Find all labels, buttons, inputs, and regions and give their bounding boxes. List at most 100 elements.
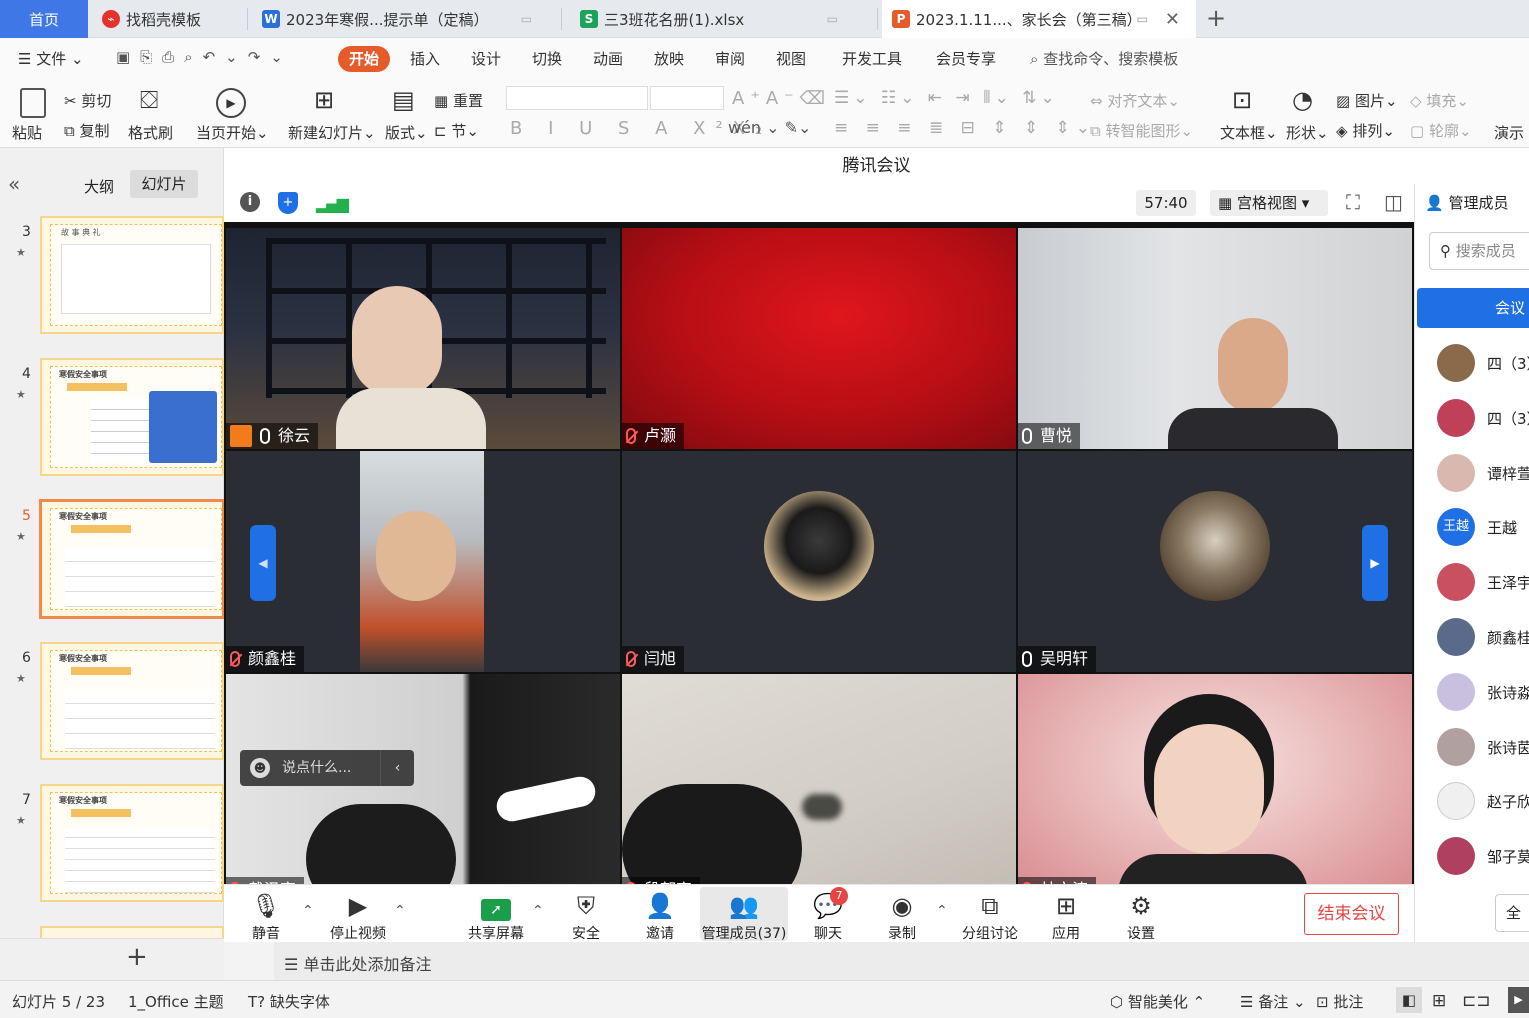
tab-word-doc[interactable]: W 2023年寒假...提示单（定稿） ▭ [252,0,562,38]
shape-button[interactable]: 形状⌄ [1286,122,1329,143]
paragraph-align-icons[interactable]: ≡ ≡ ≡ ≣ ⊟ ⇕ ⇕ ⇕⌄ [834,118,1096,138]
member-item[interactable]: 四（3） [1437,344,1529,382]
align-text-button[interactable]: ⇔ 对齐文本⌄ [1090,90,1180,111]
menu-developer[interactable]: 开发工具 [842,48,902,69]
member-item[interactable]: 颜鑫桂 [1437,618,1529,656]
video-tile[interactable]: 徐云 [226,228,620,449]
stop-video-button[interactable]: ▶︎ 停止视频 [318,891,398,943]
breakout-button[interactable]: ⧉ 分组讨论 [950,891,1030,943]
member-item[interactable]: 张诗茵 [1437,728,1529,766]
menu-insert[interactable]: 插入 [410,48,440,69]
sidebar-toggle-icon[interactable]: ◫ [1384,190,1403,214]
signal-icon[interactable]: ▂▄▆ [316,194,349,213]
apps-button[interactable]: ⊞ 应用 [1026,891,1106,943]
normal-view-icon[interactable]: ◧ [1396,987,1422,1013]
shield-icon[interactable]: + [278,192,298,214]
fullscreen-partial-button[interactable]: 全 [1495,894,1529,932]
slide-thumbnail-selected[interactable]: 寒假安全事项 [40,500,224,618]
member-search-input[interactable]: ⚲ 搜索成员 [1429,232,1529,270]
member-item[interactable]: 谭梓萱 [1437,454,1529,492]
video-tile[interactable]: 卢灏 [622,228,1016,449]
video-tile[interactable]: 曹悦 [1018,228,1412,449]
slide-thumbnail[interactable]: 寒假安全事项 [40,642,224,760]
font-family-select[interactable] [506,86,648,110]
member-item[interactable]: 邹子莫 [1437,837,1529,875]
notes-bar[interactable]: ☰ 单击此处添加备注 [274,942,1529,980]
list-icons[interactable]: ☰⌄ ☷⌄ ⇤ ⇥ ⦀⌄ ⇅⌄ [834,88,1059,108]
view-mode-select[interactable]: ▦ 宫格视图 ▾ [1210,190,1328,216]
mute-options-chevron-icon[interactable]: ⌃ [302,903,314,919]
arrange-button[interactable]: ◈ 排列⌄ [1336,120,1395,141]
format-brush-button[interactable]: 格式刷 [128,122,173,143]
settings-button[interactable]: ⚙ 设置 [1101,891,1181,943]
tab-docer[interactable]: ⌁ 找稻壳模板 [92,0,248,38]
video-tile[interactable]: ◀ 颜鑫桂 [226,451,620,672]
fill-button[interactable]: ◇ 填充⌄ [1410,90,1469,111]
video-tile[interactable]: ▶ 吴明轩 [1018,451,1412,672]
pinyin-icon[interactable]: wén ⌄ ✎⌄ [728,118,811,137]
menu-start[interactable]: 开始 [338,46,390,72]
slideshow-play-icon[interactable]: ▶ [1508,987,1529,1013]
security-button[interactable]: ⛨ 安全 [546,891,626,943]
video-options-chevron-icon[interactable]: ⌃ [394,903,406,919]
copy-button[interactable]: ⧉ 复制 [64,120,110,141]
video-tile[interactable]: 闫旭 [622,451,1016,672]
menu-transition[interactable]: 切换 [532,48,562,69]
member-item[interactable]: 张诗淼 [1437,673,1529,711]
member-item[interactable]: 赵子欣 [1437,782,1529,820]
video-tile[interactable]: ☻说点什么... ‹ 戴泽宇 [226,674,620,895]
quick-access-icons[interactable]: ▣⎘⎙⌕↶⌄↷⌄ [116,48,293,66]
layout-button[interactable]: 版式⌄ [385,122,428,143]
missing-font-button[interactable]: T? 缺失字体 [248,991,330,1012]
outline-button[interactable]: ▢ 轮廓⌄ [1410,120,1472,141]
file-menu[interactable]: ☰ 文件 ⌄ [18,48,84,69]
from-current-button[interactable]: 当页开始⌄ [196,122,269,143]
sorter-view-icon[interactable]: ⊞ [1432,991,1446,1011]
collapse-chat-icon[interactable]: ‹ [380,750,414,786]
record-options-chevron-icon[interactable]: ⌃ [936,903,948,919]
smart-art-button[interactable]: ⧉ 转智能图形⌄ [1090,120,1193,141]
reset-button[interactable]: ▦ 重置 [434,90,483,111]
mute-button[interactable]: 🎙 静音 [226,891,306,943]
picture-button[interactable]: ▨ 图片⌄ [1336,90,1398,111]
member-item[interactable]: 王泽宇 [1437,563,1529,601]
tab-ppt-doc[interactable]: P 2023.1.11...、家长会（第三稿） ▭ ✕ [882,0,1196,38]
info-icon[interactable]: i [240,192,260,212]
tab-home[interactable]: 首页 [0,0,88,38]
close-tab-icon[interactable]: ✕ [1165,9,1180,30]
video-tile[interactable]: 段郭宇 [622,674,1016,895]
tab-outline[interactable]: 大纲 [84,176,114,197]
member-item[interactable]: 四（3） [1437,399,1529,437]
slide-thumbnail[interactable]: 寒假安全事项 [40,784,224,902]
end-meeting-button[interactable]: 结束会议 [1304,893,1399,935]
menu-slideshow[interactable]: 放映 [654,48,684,69]
section-button[interactable]: ⊏ 节⌄ [434,120,479,141]
tab-slides[interactable]: 幻灯片 [130,170,198,198]
comment-button[interactable]: ⊡ 批注 [1316,991,1363,1012]
textbox-button[interactable]: 文本框⌄ [1220,122,1278,143]
smart-beautify-button[interactable]: ⬡ 智能美化 ⌃ [1110,991,1205,1012]
chat-button[interactable]: 💬 聊天 [788,891,868,943]
share-screen-button[interactable]: ➚ 共享屏幕 [456,891,536,943]
paste-button[interactable]: 粘贴 [12,122,42,143]
fullscreen-icon[interactable]: ⛶ [1346,190,1360,214]
command-search[interactable]: ⌕ 查找命令、搜索模板 [1030,48,1178,69]
notes-button[interactable]: ☰ 备注 ⌄ [1240,991,1306,1012]
invite-button[interactable]: 👤 邀请 [620,891,700,943]
font-size-select[interactable] [650,86,724,110]
member-item[interactable]: 王越 王越 [1437,508,1517,546]
menu-review[interactable]: 审阅 [715,48,745,69]
page-next-button[interactable]: ▶ [1362,525,1388,601]
new-tab-icon[interactable]: + [1206,4,1226,32]
collapse-icon[interactable]: « [8,172,20,196]
slide-thumbnail[interactable]: 寒假安全事项 [40,358,224,476]
record-button[interactable]: ◉ 录制 [862,891,942,943]
chat-input-bubble[interactable]: ☻ 说点什么... ‹ [240,750,414,786]
present-button[interactable]: 演示 [1494,122,1524,143]
tab-excel-doc[interactable]: S 三3班花名册(1).xlsx ▭ [566,0,878,38]
reading-view-icon[interactable]: ⊏⊐ [1462,991,1491,1011]
cut-button[interactable]: ✂ 剪切 [64,90,111,111]
share-options-chevron-icon[interactable]: ⌃ [532,903,544,919]
menu-member[interactable]: 会员专享 [936,48,996,69]
menu-view[interactable]: 视图 [776,48,806,69]
